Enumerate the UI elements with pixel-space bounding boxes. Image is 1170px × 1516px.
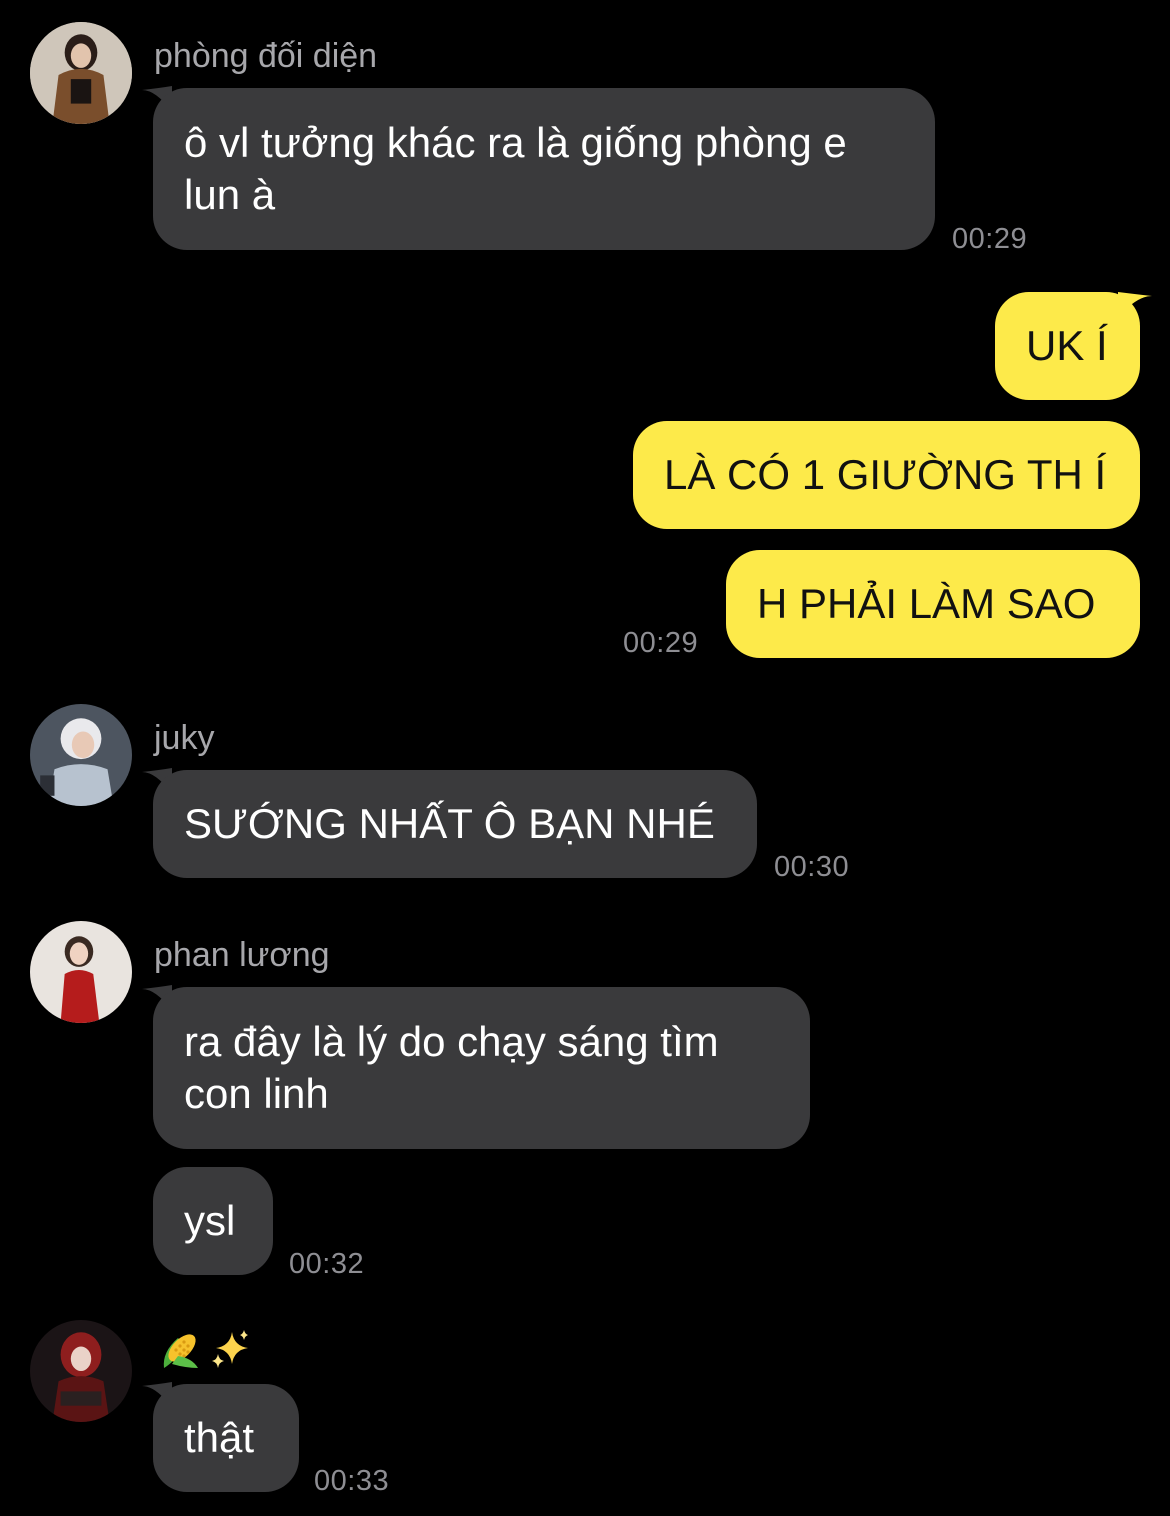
avatar[interactable] xyxy=(30,1320,132,1422)
avatar[interactable] xyxy=(30,921,132,1023)
avatar[interactable] xyxy=(30,704,132,806)
message-bubble[interactable]: ô vl tưởng khác ra là giống phòng e lun … xyxy=(153,88,935,250)
message-timestamp: 00:29 xyxy=(952,223,1028,255)
corn-emoji-icon xyxy=(163,1334,198,1368)
message-timestamp: 00:33 xyxy=(314,1465,390,1497)
message-bubble[interactable]: SƯỚNG NHẤT Ô BẠN NHÉ xyxy=(153,770,757,878)
avatar[interactable] xyxy=(30,22,132,124)
message-bubble[interactable]: LÀ CÓ 1 GIƯỜNG TH Í xyxy=(633,421,1140,529)
sender-name: juky xyxy=(154,719,215,757)
message-bubble[interactable]: ra đây là lý do chạy sáng tìm con linh xyxy=(153,987,810,1149)
message-bubble[interactable]: UK Í xyxy=(995,292,1140,400)
message-bubble[interactable]: ysl xyxy=(153,1167,273,1275)
sparkles-emoji-icon xyxy=(212,1330,248,1368)
message-timestamp: 00:32 xyxy=(289,1248,365,1280)
sender-name: phan lương xyxy=(154,936,330,974)
message-bubble[interactable]: H PHẢI LÀM SAO xyxy=(726,550,1140,658)
sender-name-emojis xyxy=(158,1328,252,1372)
sender-name: phòng đối diện xyxy=(154,37,378,75)
message-timestamp: 00:29 xyxy=(623,627,699,659)
message-bubble[interactable]: thật xyxy=(153,1384,299,1492)
message-timestamp: 00:30 xyxy=(774,851,850,883)
